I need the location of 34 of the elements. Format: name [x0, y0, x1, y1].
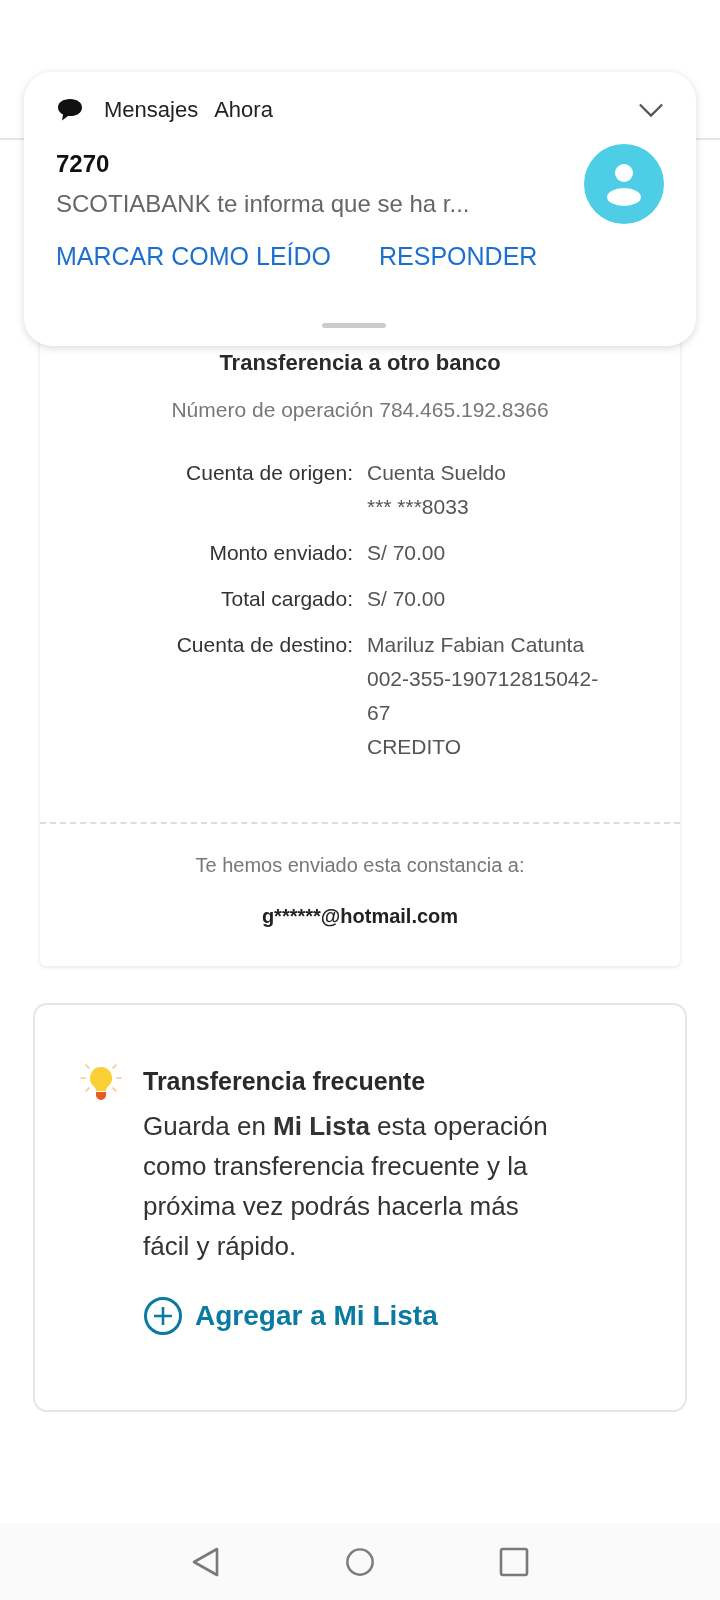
sender-name: 7270	[56, 150, 111, 178]
detail-value: *** ***8033	[367, 494, 470, 520]
app-name: Mensajes	[104, 97, 199, 123]
notification-card[interactable]: Mensajes Ahora 7270 SCOTIABANK te informa que se ha r... MARCAR COMO LEÍDO RESPONDER	[24, 72, 696, 346]
detail-value: S/ 70.00	[367, 586, 447, 612]
chevron-down-icon[interactable]	[638, 102, 664, 118]
detail-value: Mariluz Fabian Catunta	[367, 632, 586, 658]
tip-title: Transferencia frecuente	[143, 1067, 427, 1096]
notification-message: SCOTIABANK te informa que se ha r...	[56, 190, 470, 218]
drag-handle[interactable]	[322, 323, 386, 328]
add-link[interactable]: Agregar a Mi Lista	[195, 1300, 438, 1332]
detail-label: Total cargado:	[220, 586, 353, 612]
recents-icon[interactable]	[499, 1545, 529, 1578]
detail-label: Cuenta de origen:	[185, 460, 353, 486]
detail-label: Monto enviado:	[208, 540, 353, 566]
chat-icon	[56, 97, 84, 123]
tip-text: Guarda en Mi Lista esta operación como transferencia frecuente y la próxima vez podrás hacerla más fácil y rápido.	[143, 1110, 549, 1263]
detail-value: S/ 70.00	[367, 540, 447, 566]
notification-time: Ahora	[214, 97, 273, 123]
add-icon[interactable]	[143, 1296, 183, 1336]
email-label: Te hemos enviado esta constancia a:	[195, 854, 525, 877]
email-address: g******@hotmail.com	[261, 905, 459, 928]
back-icon[interactable]	[191, 1545, 221, 1578]
detail-value: CREDITO	[367, 734, 463, 760]
avatar-icon	[584, 144, 664, 224]
receipt-title: Transferencia a otro banco	[219, 350, 501, 376]
notification-action-button[interactable]: RESPONDER	[379, 242, 538, 271]
detail-value: 002-355-190712815042-	[367, 666, 600, 692]
detail-label: Cuenta de destino:	[175, 632, 353, 658]
operation-number: Número de operación 784.465.192.8366	[171, 398, 549, 422]
detail-value: Cuenta Sueldo	[367, 460, 507, 486]
notification-action-button[interactable]: MARCAR COMO LEÍDO	[56, 242, 332, 271]
home-icon[interactable]	[345, 1545, 375, 1578]
detail-value: 67	[367, 700, 392, 726]
